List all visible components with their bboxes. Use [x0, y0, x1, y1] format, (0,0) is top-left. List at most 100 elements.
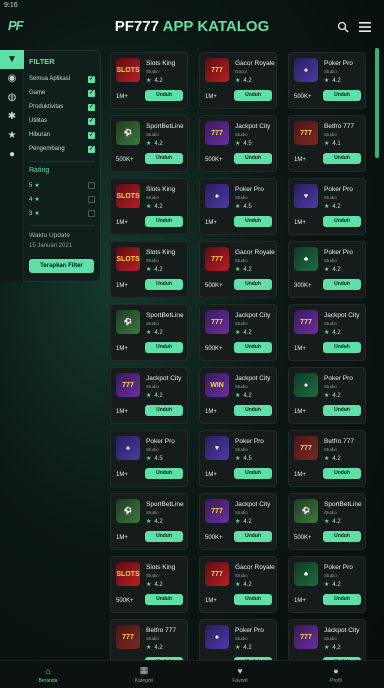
app-card[interactable]: ♠ Poker Pro Studio ★ 4.5 1M+ Unduh — [110, 430, 188, 487]
checkbox[interactable]: ✓ — [88, 117, 95, 125]
app-card[interactable]: 777 Jackpot City Studio ★ 4.5 500K+ Unduh — [199, 115, 277, 172]
app-card[interactable]: ♠ Poker Pro Studio ★ 4.2 500K+ Unduh — [288, 52, 366, 109]
download-button[interactable]: Unduh — [234, 594, 272, 605]
app-card[interactable]: SLOTS Slots King Studio ★ 4.2 500K+ Unduh — [110, 556, 188, 613]
bottom-nav-item[interactable]: ● Profil — [288, 661, 384, 688]
gear-icon[interactable]: ✱ — [0, 107, 24, 126]
app-card[interactable]: ⚽ SportBetLine Studio ★ 4.2 1M+ Unduh — [110, 304, 188, 361]
app-thumbnail[interactable]: ♥ — [205, 436, 229, 460]
app-thumbnail[interactable]: 777 — [205, 562, 229, 586]
app-thumbnail[interactable]: ♣ — [294, 562, 318, 586]
download-button[interactable]: Unduh — [323, 594, 361, 605]
app-thumbnail[interactable]: ⚽ — [116, 499, 140, 523]
download-button[interactable]: Unduh — [323, 342, 361, 353]
app-card[interactable]: 777 Jackpot City Studio ★4.2 1M+ Unduh — [288, 304, 366, 361]
download-button[interactable]: Unduh — [323, 468, 361, 479]
filter-category-item[interactable]: Semua Aplikasi ✓ — [29, 72, 95, 86]
controller-icon[interactable]: ◉ — [0, 69, 24, 88]
download-button[interactable]: Unduh — [145, 342, 183, 353]
filter-category-item[interactable]: Pengembang ✓ — [29, 142, 95, 156]
download-button[interactable]: Unduh — [234, 405, 272, 416]
scrollbar[interactable] — [375, 48, 379, 158]
download-button[interactable]: Unduh — [323, 531, 361, 542]
app-thumbnail[interactable]: ♠ — [294, 58, 318, 82]
download-button[interactable]: Unduh — [323, 279, 361, 290]
app-card[interactable]: 777 Jackpot City Studio ★4.2 1M+ Unduh — [110, 367, 188, 424]
app-thumbnail[interactable]: SLOTS — [116, 184, 140, 208]
app-card[interactable]: 777 Gacor Royale Studio ★ 4.2 1M+ Unduh — [199, 556, 277, 613]
app-card[interactable]: ⚽ SportBetLine Studio ★ 4.2 500K+ Unduh — [288, 493, 366, 550]
download-button[interactable]: Unduh — [323, 216, 361, 227]
app-thumbnail[interactable]: 777 — [205, 58, 229, 82]
bottom-nav-item[interactable]: ▦ Kategori — [96, 661, 192, 688]
download-button[interactable]: Unduh — [234, 90, 272, 101]
filter-category-item[interactable]: Utilitas ✓ — [29, 114, 95, 128]
app-card[interactable]: ♠ Poker Pro Studio ★ 4.5 1M+ Unduh — [199, 178, 277, 235]
app-thumbnail[interactable]: SLOTS — [116, 562, 140, 586]
app-card[interactable]: ♣ Poker Pro Studio ★ 4.2 300K+ Unduh — [288, 241, 366, 298]
app-thumbnail[interactable]: 777 — [205, 499, 229, 523]
download-button[interactable]: Unduh — [234, 279, 272, 290]
app-thumbnail[interactable]: WIN — [205, 373, 229, 397]
filter-category-item[interactable]: Produktivitas ✓ — [29, 100, 95, 114]
app-thumbnail[interactable]: ♠ — [205, 184, 229, 208]
app-card[interactable]: 777 Gacor Royale Gacor ★ 4.2 1M+ Unduh — [199, 52, 277, 109]
search-icon[interactable] — [334, 18, 352, 36]
checkbox[interactable] — [88, 209, 95, 217]
app-thumbnail[interactable]: SLOTS — [116, 58, 140, 82]
download-button[interactable]: Unduh — [323, 90, 361, 101]
download-button[interactable]: Unduh — [234, 468, 272, 479]
info-icon[interactable]: ● — [0, 145, 24, 164]
app-card[interactable]: 777 Jackpot City Studio ★ 4.2 500K+ Unduh — [199, 304, 277, 361]
app-thumbnail[interactable]: 777 — [116, 625, 140, 649]
compass-icon[interactable]: ◍ — [0, 88, 24, 107]
app-thumbnail[interactable]: 777 — [294, 310, 318, 334]
download-button[interactable]: Unduh — [323, 153, 361, 164]
app-card[interactable]: ⚽ SportBetLine Studio ★ 4.2 500K+ Unduh — [110, 115, 188, 172]
gamepad-icon[interactable]: ▼ — [0, 50, 24, 69]
download-button[interactable]: Unduh — [234, 531, 272, 542]
filter-category-item[interactable]: Game ✓ — [29, 86, 95, 100]
star-icon[interactable]: ★ — [0, 126, 24, 145]
app-card[interactable]: 777 Betfro 777 Studio ★ 4.1 1M+ Unduh — [288, 115, 366, 172]
download-button[interactable]: Unduh — [145, 405, 183, 416]
bottom-nav-item[interactable]: ⌂ Beranda — [0, 661, 96, 688]
app-thumbnail[interactable]: 777 — [294, 436, 318, 460]
menu-icon[interactable] — [356, 18, 374, 36]
update-date[interactable]: 15 Januari 2021 — [29, 243, 95, 249]
app-card[interactable]: WIN Jackpot City Studio ★ 4.2 1M+ Unduh — [199, 367, 277, 424]
app-card[interactable]: ♥ Poker Pro Studio ★ 4.2 1M+ Unduh — [288, 178, 366, 235]
checkbox[interactable]: ✓ — [88, 75, 95, 83]
apply-filter-button[interactable]: Terapkan Filter — [29, 259, 94, 273]
download-button[interactable]: Unduh — [145, 279, 183, 290]
checkbox[interactable]: ✓ — [88, 103, 95, 111]
app-thumbnail[interactable]: ⚽ — [116, 310, 140, 334]
download-button[interactable]: Unduh — [145, 90, 183, 101]
app-thumbnail[interactable]: ♣ — [294, 247, 318, 271]
checkbox[interactable] — [88, 181, 95, 189]
checkbox[interactable]: ✓ — [88, 131, 95, 139]
rating-option[interactable]: 3 ★ — [29, 206, 95, 220]
app-thumbnail[interactable]: ♠ — [116, 436, 140, 460]
rating-option[interactable]: 4 ★ — [29, 192, 95, 206]
app-card[interactable]: SLOTS Slots King Studio ★ 4.2 1M+ Unduh — [110, 241, 188, 298]
app-thumbnail[interactable]: 777 — [205, 121, 229, 145]
app-card[interactable]: ⚽ SportBetLine Studio ★ 4.2 1M+ Unduh — [110, 493, 188, 550]
app-card[interactable]: 777 Betfro 777 Studio ★4.2 1M+ Unduh — [288, 430, 366, 487]
app-card[interactable]: 777 Jackpot City Studio ★ 4.2 500K+ Unduh — [199, 493, 277, 550]
app-card[interactable]: SLOTS Slots King Studio ★ 4.2 1M+ Unduh — [110, 178, 188, 235]
app-thumbnail[interactable]: ⚽ — [294, 499, 318, 523]
download-button[interactable]: Unduh — [323, 405, 361, 416]
download-button[interactable]: Unduh — [234, 342, 272, 353]
app-thumbnail[interactable]: ⚽ — [116, 121, 140, 145]
app-card[interactable]: 777 Gacor Royale Studio ★ 4.2 500K+ Unduh — [199, 241, 277, 298]
download-button[interactable]: Unduh — [145, 153, 183, 164]
app-thumbnail[interactable]: ♠ — [294, 373, 318, 397]
bottom-nav-item[interactable]: ♥ Favorit — [192, 661, 288, 688]
download-button[interactable]: Unduh — [234, 153, 272, 164]
checkbox[interactable]: ✓ — [88, 89, 95, 97]
download-button[interactable]: Unduh — [145, 531, 183, 542]
app-card[interactable]: SLOTS Slots King Studio ★ 4.2 1M+ Unduh — [110, 52, 188, 109]
checkbox[interactable] — [88, 195, 95, 203]
app-thumbnail[interactable]: 777 — [205, 310, 229, 334]
